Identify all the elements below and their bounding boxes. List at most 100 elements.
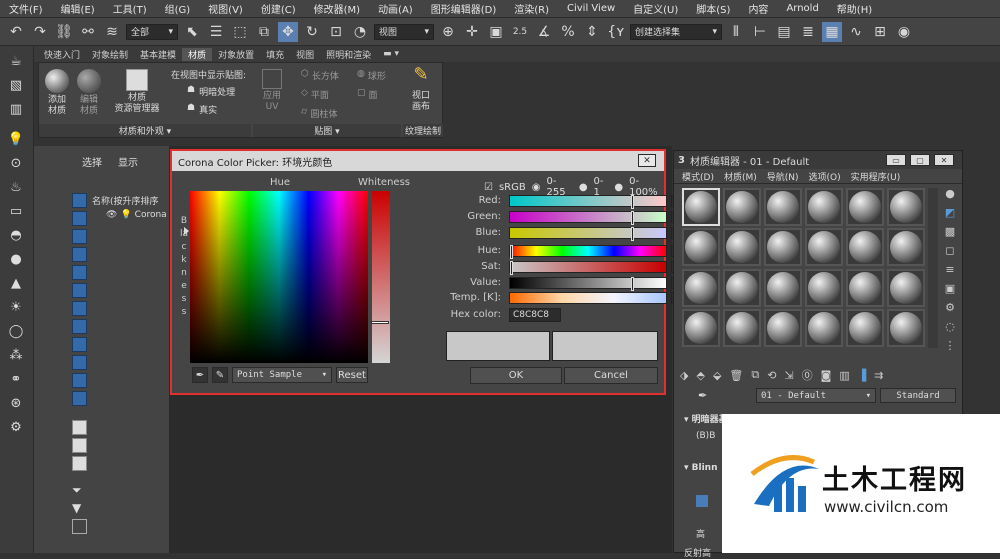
rect-region-icon[interactable]: ⬚: [230, 22, 250, 42]
menu-item[interactable]: 动画(A): [369, 1, 422, 16]
group-materials-label[interactable]: 材质和外观 ▾: [39, 124, 251, 137]
menu-item[interactable]: 帮助(H): [828, 1, 881, 16]
particle-icon[interactable]: ⁂: [6, 346, 26, 364]
channel-slider-handle[interactable]: [630, 194, 634, 209]
filter-groups-icon[interactable]: [72, 301, 87, 316]
percent-snap-icon[interactable]: %: [558, 22, 578, 42]
slot-scrollbar[interactable]: [928, 188, 938, 348]
sample-mode-select[interactable]: Point Sample ▾: [232, 367, 332, 383]
material-sample-slot[interactable]: [682, 188, 720, 226]
move-icon[interactable]: ✥: [278, 21, 298, 42]
material-sample-slot[interactable]: [764, 308, 802, 347]
hue-blackness-field[interactable]: [190, 191, 368, 363]
material-editor-menu-item[interactable]: 选项(O): [809, 170, 841, 183]
group-maps-label[interactable]: 贴图 ▾: [253, 124, 401, 137]
material-sample-slot[interactable]: [723, 228, 761, 267]
channel-slider-handle[interactable]: [510, 244, 513, 259]
menu-item[interactable]: Arnold: [777, 3, 827, 14]
filter-bones-icon[interactable]: [72, 337, 87, 352]
layer-explorer-icon[interactable]: ▤: [774, 22, 794, 42]
color-picker-titlebar[interactable]: Corona Color Picker: 环境光颜色 ✕: [172, 151, 664, 171]
teapot-icon[interactable]: ☕: [6, 52, 26, 70]
funnel-solid-icon[interactable]: ▼: [72, 501, 87, 516]
redo-icon[interactable]: ↷: [30, 22, 50, 42]
filter-none-icon[interactable]: [72, 438, 87, 453]
filter-containers-icon[interactable]: [72, 355, 87, 370]
sample-type-icon[interactable]: ●: [945, 187, 955, 200]
snap-toggle-icon[interactable]: 2.5: [510, 22, 530, 42]
unlink-icon[interactable]: ⚯: [78, 22, 98, 42]
material-sample-slot[interactable]: [887, 268, 925, 307]
sort-column-header[interactable]: 名称(按升序排序: [92, 194, 170, 207]
render-setup-icon[interactable]: ▧: [6, 76, 26, 94]
blackness-marker-icon[interactable]: [184, 227, 189, 235]
menu-item[interactable]: 工具(T): [104, 1, 156, 16]
filter-xrefs-icon[interactable]: [72, 319, 87, 334]
ambient-lock-icon[interactable]: [696, 495, 708, 507]
sun-icon[interactable]: ☀: [6, 298, 26, 316]
menu-item[interactable]: 视图(V): [199, 1, 252, 16]
material-sample-slot[interactable]: [805, 188, 843, 226]
window-crossing-icon[interactable]: ⧉: [254, 22, 274, 42]
material-sample-slot[interactable]: [846, 228, 884, 267]
sphere-icon[interactable]: ●: [6, 250, 26, 268]
range-255-radio[interactable]: ◉: [532, 182, 541, 193]
close-icon[interactable]: ✕: [638, 154, 656, 167]
maximize-icon[interactable]: ▢: [910, 154, 930, 166]
material-sample-slot[interactable]: [682, 228, 720, 267]
srgb-checkbox[interactable]: ☑: [484, 182, 493, 193]
select-object-icon[interactable]: ⬉: [182, 22, 202, 42]
menu-item[interactable]: 渲染(R): [505, 1, 558, 16]
scale-icon[interactable]: ⊡: [326, 22, 346, 42]
material-sample-slot[interactable]: [887, 308, 925, 347]
reference-coord-select[interactable]: 视图 ▾: [374, 23, 434, 40]
filter-cameras-icon[interactable]: [72, 247, 87, 262]
put-library-icon[interactable]: ⇲: [784, 369, 793, 382]
select-manipulate-icon[interactable]: ✛: [462, 22, 482, 42]
box-map-button[interactable]: ⬡ 长方体: [301, 69, 339, 82]
uv-tiling-icon[interactable]: ◻: [945, 244, 954, 257]
ribbon-tab[interactable]: 对象放置: [212, 48, 260, 61]
whiteness-slider[interactable]: [371, 191, 390, 363]
material-editor-menu-item[interactable]: 实用程序(U): [851, 170, 901, 183]
toggle-ribbon-icon[interactable]: ≣: [798, 22, 818, 42]
channel-slider[interactable]: [509, 194, 667, 209]
helper-icon[interactable]: ♨: [6, 178, 26, 196]
pivot-icon[interactable]: ⊕: [438, 22, 458, 42]
hex-input[interactable]: C8C8C8: [509, 307, 561, 322]
channel-slider[interactable]: [509, 210, 667, 225]
material-sample-slot[interactable]: [764, 228, 802, 267]
filter-geometry-icon[interactable]: [72, 193, 87, 208]
range-100-radio[interactable]: ●: [614, 182, 623, 193]
video-color-icon[interactable]: ≡: [945, 263, 954, 276]
backlight-icon[interactable]: ◩: [945, 206, 955, 219]
cylinder-map-button[interactable]: ⌭ 圆柱体: [301, 107, 337, 120]
menu-item[interactable]: 文件(F): [0, 1, 52, 16]
align-icon[interactable]: ⊢: [750, 22, 770, 42]
material-editor-menu-item[interactable]: 导航(N): [767, 170, 799, 183]
temp-slider[interactable]: [509, 291, 667, 304]
filter-frozen-icon[interactable]: [72, 373, 87, 388]
channel-slider[interactable]: [509, 244, 667, 259]
material-sample-slot[interactable]: [723, 308, 761, 347]
placement-icon[interactable]: ◔: [350, 22, 370, 42]
edit-material-button[interactable]: 编辑 材质: [75, 69, 103, 117]
ok-button[interactable]: OK: [470, 367, 562, 384]
material-editor-menu-item[interactable]: 材质(M): [724, 170, 757, 183]
copy-material-icon[interactable]: ⧉: [751, 368, 759, 382]
curve-editor-icon[interactable]: ∿: [846, 22, 866, 42]
ribbon-options-icon[interactable]: ▬ ▾: [377, 49, 405, 59]
filter-invert-icon[interactable]: [72, 456, 87, 471]
circle-icon[interactable]: ◯: [6, 322, 26, 340]
tab-display[interactable]: 显示: [118, 154, 138, 169]
add-material-button[interactable]: 添加 材质: [43, 69, 71, 117]
ribbon-tab[interactable]: 材质: [182, 47, 213, 61]
rotate-icon[interactable]: ↻: [302, 22, 322, 42]
material-sample-slot[interactable]: [887, 228, 925, 267]
sphere-map-button[interactable]: ◍ 球形: [357, 69, 386, 82]
material-id-icon[interactable]: ⓪: [802, 367, 813, 383]
schematic-view-icon[interactable]: ⊞: [870, 22, 890, 42]
camera-icon[interactable]: ⊙: [6, 154, 26, 172]
menu-item[interactable]: 内容: [739, 1, 777, 16]
plane-map-button[interactable]: ◇ 平面: [301, 88, 329, 101]
